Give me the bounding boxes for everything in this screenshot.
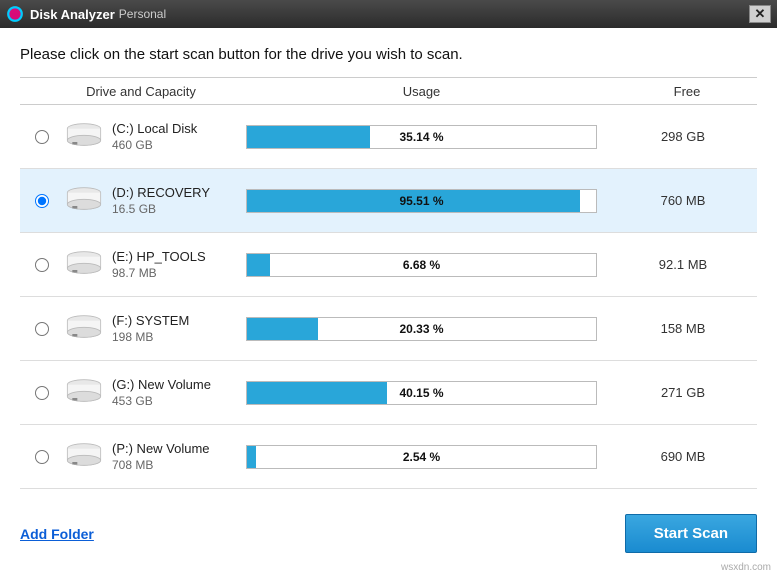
drive-row[interactable]: (F:) SYSTEM 198 MB 20.33 % 158 MB	[20, 297, 757, 361]
table-header: Drive and Capacity Usage Free	[20, 77, 757, 105]
start-scan-button[interactable]: Start Scan	[625, 514, 757, 553]
drive-radio[interactable]	[35, 130, 49, 144]
disk-icon	[64, 185, 104, 217]
disk-icon	[64, 249, 104, 281]
col-header-free: Free	[617, 84, 757, 99]
drive-free: 158 MB	[613, 321, 753, 336]
drive-radio[interactable]	[35, 322, 49, 336]
drive-row[interactable]: (D:) RECOVERY 16.5 GB 95.51 % 760 MB	[20, 169, 757, 233]
drive-free: 690 MB	[613, 449, 753, 464]
disk-icon	[64, 441, 104, 473]
drive-free: 298 GB	[613, 129, 753, 144]
disk-icon	[64, 313, 104, 345]
usage-percent: 20.33 %	[247, 318, 596, 340]
drive-free: 760 MB	[613, 193, 753, 208]
col-header-drive: Drive and Capacity	[56, 84, 226, 99]
usage-percent: 2.54 %	[247, 446, 596, 468]
col-header-usage: Usage	[226, 84, 617, 99]
usage-progress: 6.68 %	[246, 253, 597, 277]
add-folder-link[interactable]: Add Folder	[20, 526, 94, 542]
drive-name: (D:) RECOVERY	[112, 185, 230, 200]
drive-radio[interactable]	[35, 258, 49, 272]
close-icon: ✕	[755, 6, 766, 22]
titlebar: Disk Analyzer Personal ✕	[0, 0, 777, 28]
drive-list: (C:) Local Disk 460 GB 35.14 % 298 GB (D…	[20, 105, 757, 489]
drive-radio[interactable]	[35, 450, 49, 464]
drive-row[interactable]: (P:) New Volume 708 MB 2.54 % 690 MB	[20, 425, 757, 489]
close-button[interactable]: ✕	[749, 5, 771, 23]
instruction-text: Please click on the start scan button fo…	[20, 46, 757, 63]
drive-capacity: 16.5 GB	[112, 202, 230, 216]
disk-icon	[64, 121, 104, 153]
disk-icon	[64, 377, 104, 409]
drive-row[interactable]: (C:) Local Disk 460 GB 35.14 % 298 GB	[20, 105, 757, 169]
app-suffix: Personal	[119, 7, 166, 21]
app-name: Disk Analyzer	[30, 7, 115, 22]
usage-progress: 2.54 %	[246, 445, 597, 469]
drive-radio[interactable]	[35, 386, 49, 400]
drive-capacity: 198 MB	[112, 330, 230, 344]
usage-percent: 6.68 %	[247, 254, 596, 276]
drive-free: 271 GB	[613, 385, 753, 400]
usage-percent: 95.51 %	[247, 190, 596, 212]
usage-percent: 35.14 %	[247, 126, 596, 148]
drive-name: (E:) HP_TOOLS	[112, 249, 230, 264]
drive-name: (C:) Local Disk	[112, 121, 230, 136]
drive-name: (P:) New Volume	[112, 441, 230, 456]
usage-progress: 20.33 %	[246, 317, 597, 341]
usage-progress: 35.14 %	[246, 125, 597, 149]
app-logo-icon	[6, 5, 24, 23]
drive-capacity: 460 GB	[112, 138, 230, 152]
usage-progress: 95.51 %	[246, 189, 597, 213]
usage-progress: 40.15 %	[246, 381, 597, 405]
watermark: wsxdn.com	[721, 562, 771, 573]
drive-name: (F:) SYSTEM	[112, 313, 230, 328]
drive-capacity: 98.7 MB	[112, 266, 230, 280]
drive-name: (G:) New Volume	[112, 377, 230, 392]
usage-percent: 40.15 %	[247, 382, 596, 404]
drive-free: 92.1 MB	[613, 257, 753, 272]
drive-capacity: 453 GB	[112, 394, 230, 408]
drive-capacity: 708 MB	[112, 458, 230, 472]
drive-row[interactable]: (E:) HP_TOOLS 98.7 MB 6.68 % 92.1 MB	[20, 233, 757, 297]
drive-radio[interactable]	[35, 194, 49, 208]
drive-row[interactable]: (G:) New Volume 453 GB 40.15 % 271 GB	[20, 361, 757, 425]
